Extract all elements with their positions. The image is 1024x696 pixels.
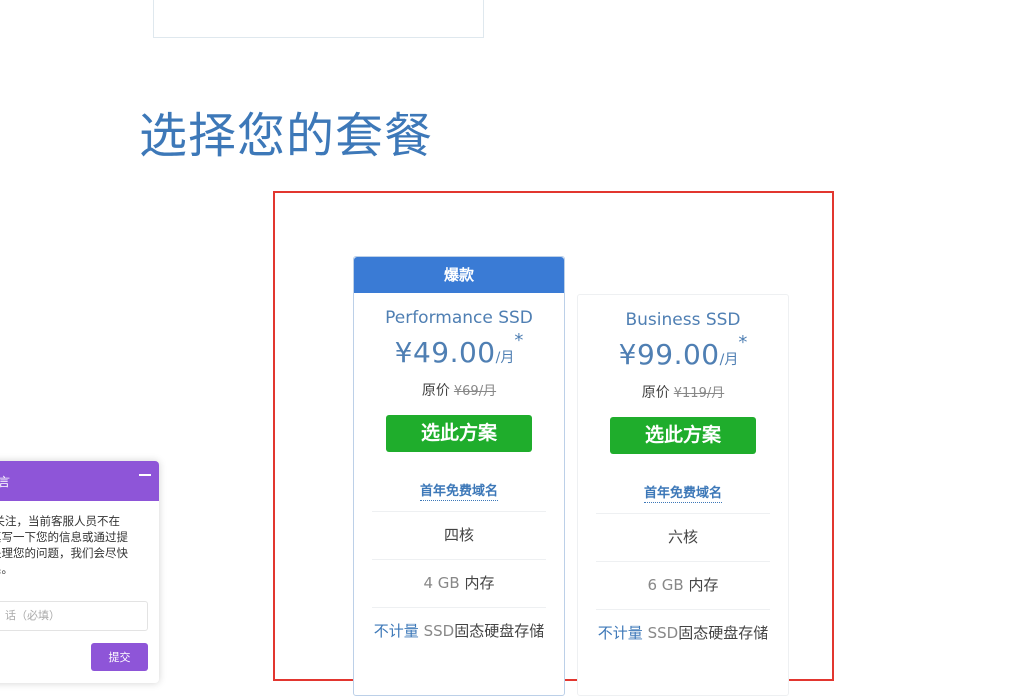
storage-label: 固态硬盘存储 [678, 624, 769, 642]
original-price: 原价 ¥69/月 [354, 380, 564, 402]
feature-ram: 6 GB 内存 [596, 561, 770, 609]
select-plan-button[interactable]: 选此方案 [386, 415, 532, 452]
price-footnote-mark: * [514, 330, 524, 351]
storage-unmetered: 不计量 [597, 624, 643, 642]
original-price-label: 原价 [421, 383, 450, 399]
price-unit: /月 [719, 352, 739, 368]
plan-name: Performance SSD [385, 308, 533, 328]
ram-label: 内存 [464, 574, 495, 592]
price-amount: ¥99.00 [618, 338, 720, 371]
original-price-label: 原价 [641, 385, 670, 401]
plan-card-performance: 爆款 Performance SSD ¥49.00/月* 原价 ¥69/月 选此方… [353, 256, 565, 696]
storage-ssd: SSD [423, 622, 455, 640]
original-price-value: ¥119/月 [673, 386, 725, 401]
plan-price: ¥99.00/月* [578, 332, 788, 382]
plan-card-business: Business SSD ¥99.00/月* 原价 ¥119/月 选此方案 首年免… [577, 294, 789, 696]
storage-unmetered: 不计量 [373, 622, 419, 640]
phone-input[interactable]: 话（必填） [0, 601, 148, 631]
plan-name: Business SSD [625, 310, 741, 330]
feature-storage: 不计量 SSD固态硬盘存储 [596, 609, 770, 657]
original-price-value: ¥69/月 [453, 384, 497, 399]
plan-price: ¥49.00/月* [354, 330, 564, 380]
feature-cpu: 四核 [372, 511, 546, 559]
free-domain-link[interactable]: 首年免费域名 [419, 480, 498, 501]
page-title: 选择您的套餐 [139, 108, 434, 164]
feature-cpu: 六核 [596, 513, 770, 561]
chat-offline-message: 的关注，当前客服人员不在 真写一下您的信息或通过提 处理您的问题，我们会尽快 系… [0, 514, 128, 576]
price-unit: /月 [495, 350, 515, 366]
feature-storage: 不计量 SSD固态硬盘存储 [372, 607, 546, 655]
storage-label: 固态硬盘存储 [454, 622, 545, 640]
chat-submit-button[interactable]: 提交 [91, 643, 148, 671]
price-footnote-mark: * [738, 332, 748, 353]
ram-value: 6 GB [647, 576, 684, 594]
storage-ssd: SSD [647, 624, 679, 642]
chat-header: 言 [0, 461, 159, 501]
previous-section-box [153, 0, 484, 38]
popular-badge: 爆款 [354, 257, 564, 293]
ram-label: 内存 [688, 576, 719, 594]
feature-ram: 4 GB 内存 [372, 559, 546, 607]
ram-value: 4 GB [423, 574, 460, 592]
original-price: 原价 ¥119/月 [578, 382, 788, 404]
select-plan-button[interactable]: 选此方案 [610, 417, 756, 454]
chat-title: 言 [0, 475, 11, 489]
minimize-icon[interactable] [139, 474, 151, 476]
price-amount: ¥49.00 [394, 336, 496, 369]
free-domain-link[interactable]: 首年免费域名 [643, 482, 722, 503]
